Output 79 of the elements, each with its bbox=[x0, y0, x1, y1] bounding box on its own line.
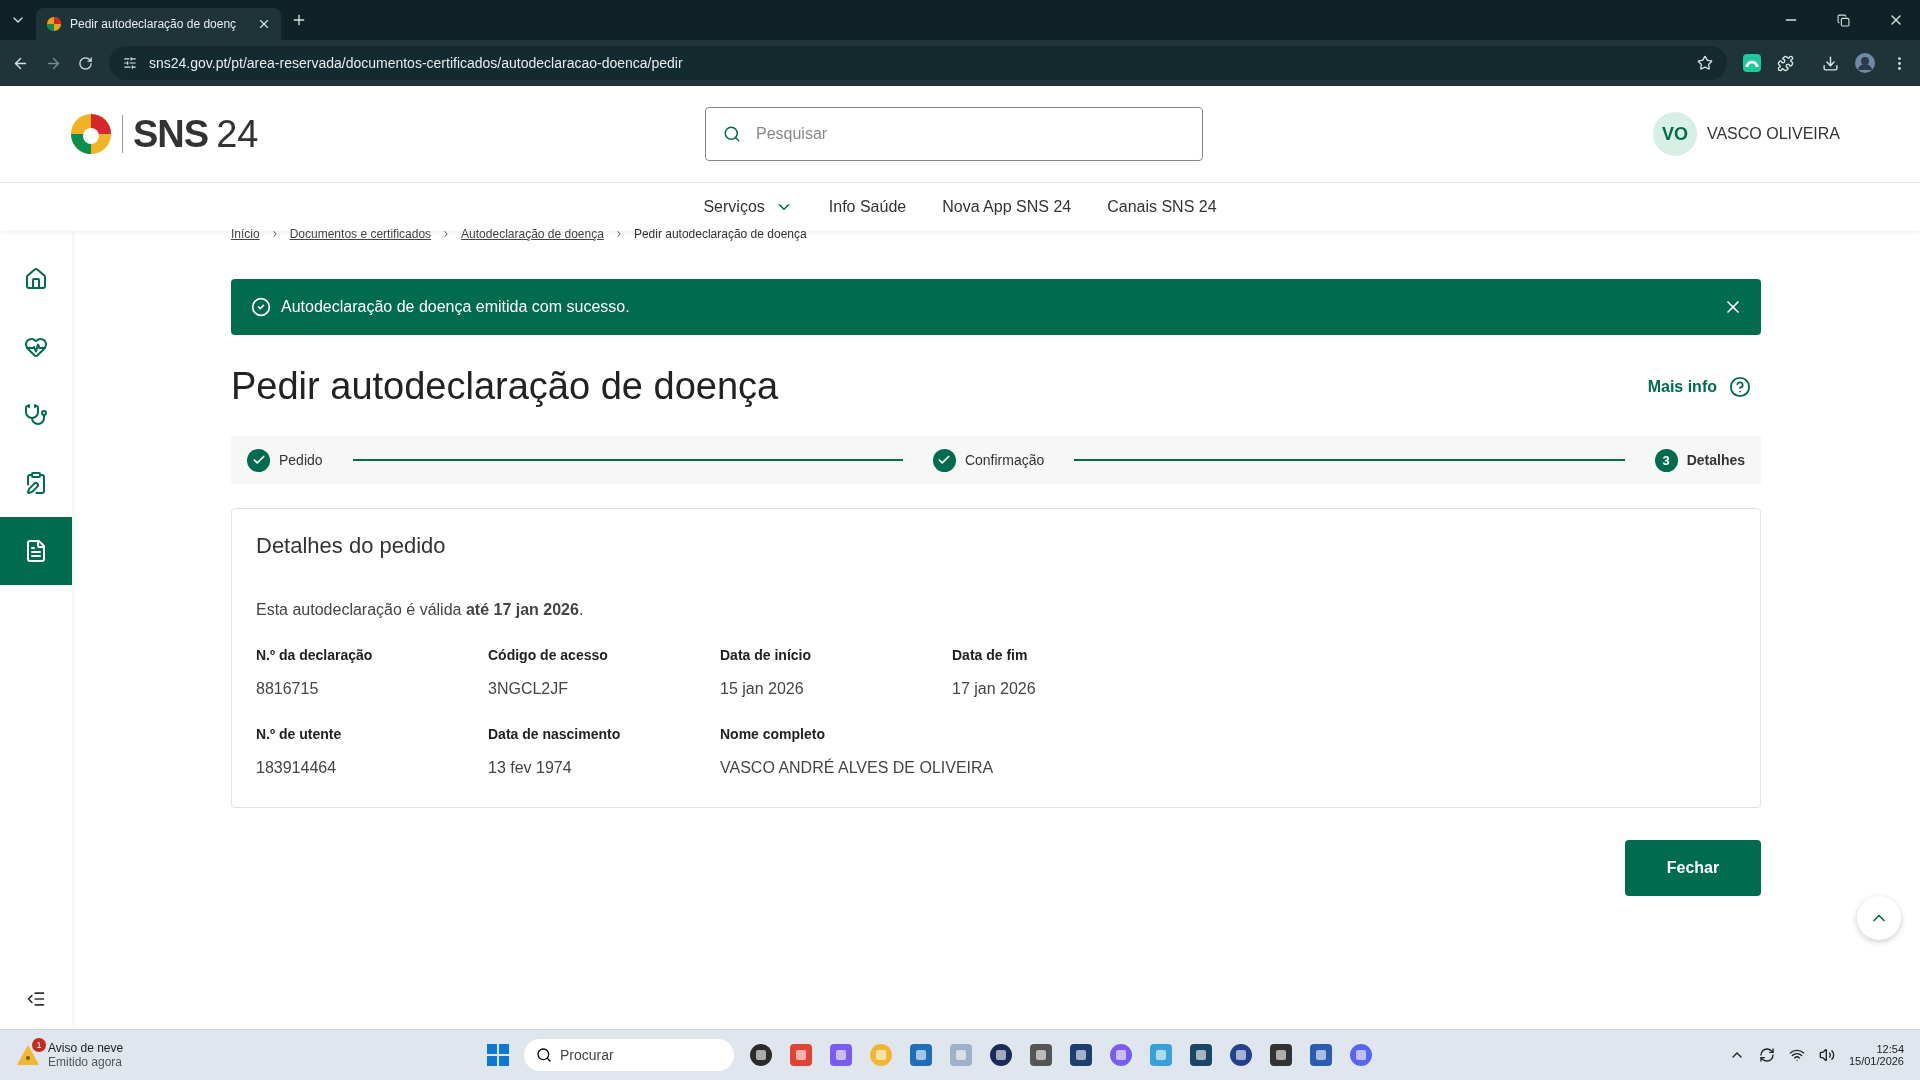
field-value: 3NGCL2JF bbox=[488, 680, 569, 698]
volume-icon[interactable] bbox=[1818, 1047, 1835, 1063]
app-icon[interactable] bbox=[1308, 1042, 1334, 1068]
weather-title: Aviso de neve bbox=[48, 1041, 124, 1055]
field-label: N.º de utente bbox=[256, 726, 343, 742]
app-icon[interactable] bbox=[1028, 1042, 1054, 1068]
address-bar[interactable]: sns24.gov.pt/pt/area-reservada/documentos-certificados/autodeclaracao-doenca/pedir bbox=[109, 46, 1727, 80]
step-label: Pedido bbox=[279, 452, 323, 468]
nav-item[interactable]: Serviços bbox=[703, 198, 793, 216]
field-value: 183914464 bbox=[256, 759, 337, 777]
step-number: 3 bbox=[1654, 448, 1678, 472]
stethoscope-icon bbox=[24, 403, 48, 427]
weather-subtitle: Emitido agora bbox=[48, 1055, 124, 1069]
field-label: N.º da declaração bbox=[256, 647, 374, 663]
field-label: Data de nascimento bbox=[488, 726, 622, 742]
help-icon bbox=[1729, 375, 1751, 398]
app-icon[interactable] bbox=[1068, 1042, 1094, 1068]
restore-icon[interactable] bbox=[1837, 13, 1850, 27]
home-icon bbox=[24, 267, 48, 291]
app-icon[interactable] bbox=[988, 1042, 1014, 1068]
sync-icon[interactable] bbox=[1758, 1047, 1775, 1063]
field-label: Nome completo bbox=[720, 726, 826, 742]
logo-text: SNS 24 bbox=[133, 112, 259, 156]
search-field[interactable]: Pesquisar bbox=[705, 107, 1203, 161]
star-icon[interactable] bbox=[1697, 55, 1713, 71]
heart-pulse-icon bbox=[24, 335, 48, 359]
nav-item[interactable]: Nova App SNS 24 bbox=[942, 198, 1072, 216]
breadcrumb-link[interactable]: Autodeclaração de doença bbox=[461, 227, 604, 241]
field-label: Código de acesso bbox=[488, 647, 609, 663]
collapse-menu-icon[interactable] bbox=[26, 989, 46, 1009]
network-icon[interactable] bbox=[1788, 1047, 1805, 1063]
document-icon bbox=[24, 539, 48, 563]
snow-warning-icon bbox=[16, 1044, 40, 1066]
field-value: 17 jan 2026 bbox=[952, 680, 1036, 698]
breadcrumb-link[interactable]: Documentos e certificados bbox=[289, 227, 432, 241]
logo-icon bbox=[70, 113, 112, 155]
clock[interactable]: 12:54 15/01/2026 bbox=[1848, 1043, 1904, 1067]
browser-tab[interactable]: Pedir autodeclaração de doenç bbox=[36, 8, 281, 40]
user-name[interactable]: VASCO OLIVEIRA bbox=[1706, 125, 1840, 143]
search-icon bbox=[723, 125, 741, 143]
start-icon[interactable] bbox=[486, 1043, 510, 1067]
search-icon bbox=[536, 1047, 552, 1063]
sidebar-item[interactable] bbox=[0, 517, 72, 585]
step-label: Confirmação bbox=[964, 452, 1045, 468]
page-title: Pedir autodeclaração de doença bbox=[231, 365, 780, 408]
download-icon[interactable] bbox=[1822, 54, 1839, 72]
breadcrumb-current: Pedir autodeclaração de doença bbox=[633, 227, 807, 241]
check-circle-icon bbox=[251, 297, 271, 317]
field-label: Data de fim bbox=[952, 647, 1029, 663]
profile-avatar[interactable] bbox=[1855, 53, 1875, 73]
puzzle-icon[interactable] bbox=[1777, 54, 1794, 72]
new-tab-icon[interactable] bbox=[291, 12, 307, 28]
app-icon[interactable] bbox=[1268, 1042, 1294, 1068]
field-label: Data de início bbox=[720, 647, 813, 663]
app-icon[interactable] bbox=[1188, 1042, 1214, 1068]
taskbar-search-field[interactable]: Procurar bbox=[524, 1039, 734, 1071]
site-icon bbox=[46, 16, 62, 32]
validity-text: Esta autodeclaração é válida até 17 jan 2026. bbox=[256, 601, 585, 619]
extension-icon[interactable] bbox=[1743, 54, 1761, 72]
nav-item[interactable]: Canais SNS 24 bbox=[1107, 198, 1217, 216]
field-value: 13 fev 1974 bbox=[488, 759, 572, 777]
user-avatar[interactable]: VO bbox=[1652, 112, 1697, 156]
clipboard-icon bbox=[24, 471, 48, 495]
field-value: 15 jan 2026 bbox=[720, 680, 804, 698]
reload-icon[interactable] bbox=[78, 55, 93, 71]
nav-item[interactable]: Info Saúde bbox=[828, 198, 907, 216]
more-info-link[interactable]: Mais info bbox=[1647, 375, 1751, 398]
success-alert: Autodeclaração de doença emitida com sucesso. bbox=[231, 279, 1761, 335]
field-value: VASCO ANDRÉ ALVES DE OLIVEIRA bbox=[720, 759, 994, 777]
field-value: 8816715 bbox=[256, 680, 319, 698]
card-title: Detalhes do pedido bbox=[256, 533, 447, 559]
close-button[interactable]: Fechar bbox=[1625, 840, 1761, 896]
app-icon[interactable] bbox=[1228, 1042, 1254, 1068]
breadcrumb-link[interactable]: Início bbox=[231, 227, 260, 241]
site-settings-icon[interactable] bbox=[123, 56, 137, 70]
close-tab-icon[interactable] bbox=[257, 17, 271, 31]
app-icon[interactable] bbox=[748, 1042, 774, 1068]
notification-badge: 1 bbox=[32, 1038, 46, 1052]
step-label: Detalhes bbox=[1686, 452, 1745, 468]
